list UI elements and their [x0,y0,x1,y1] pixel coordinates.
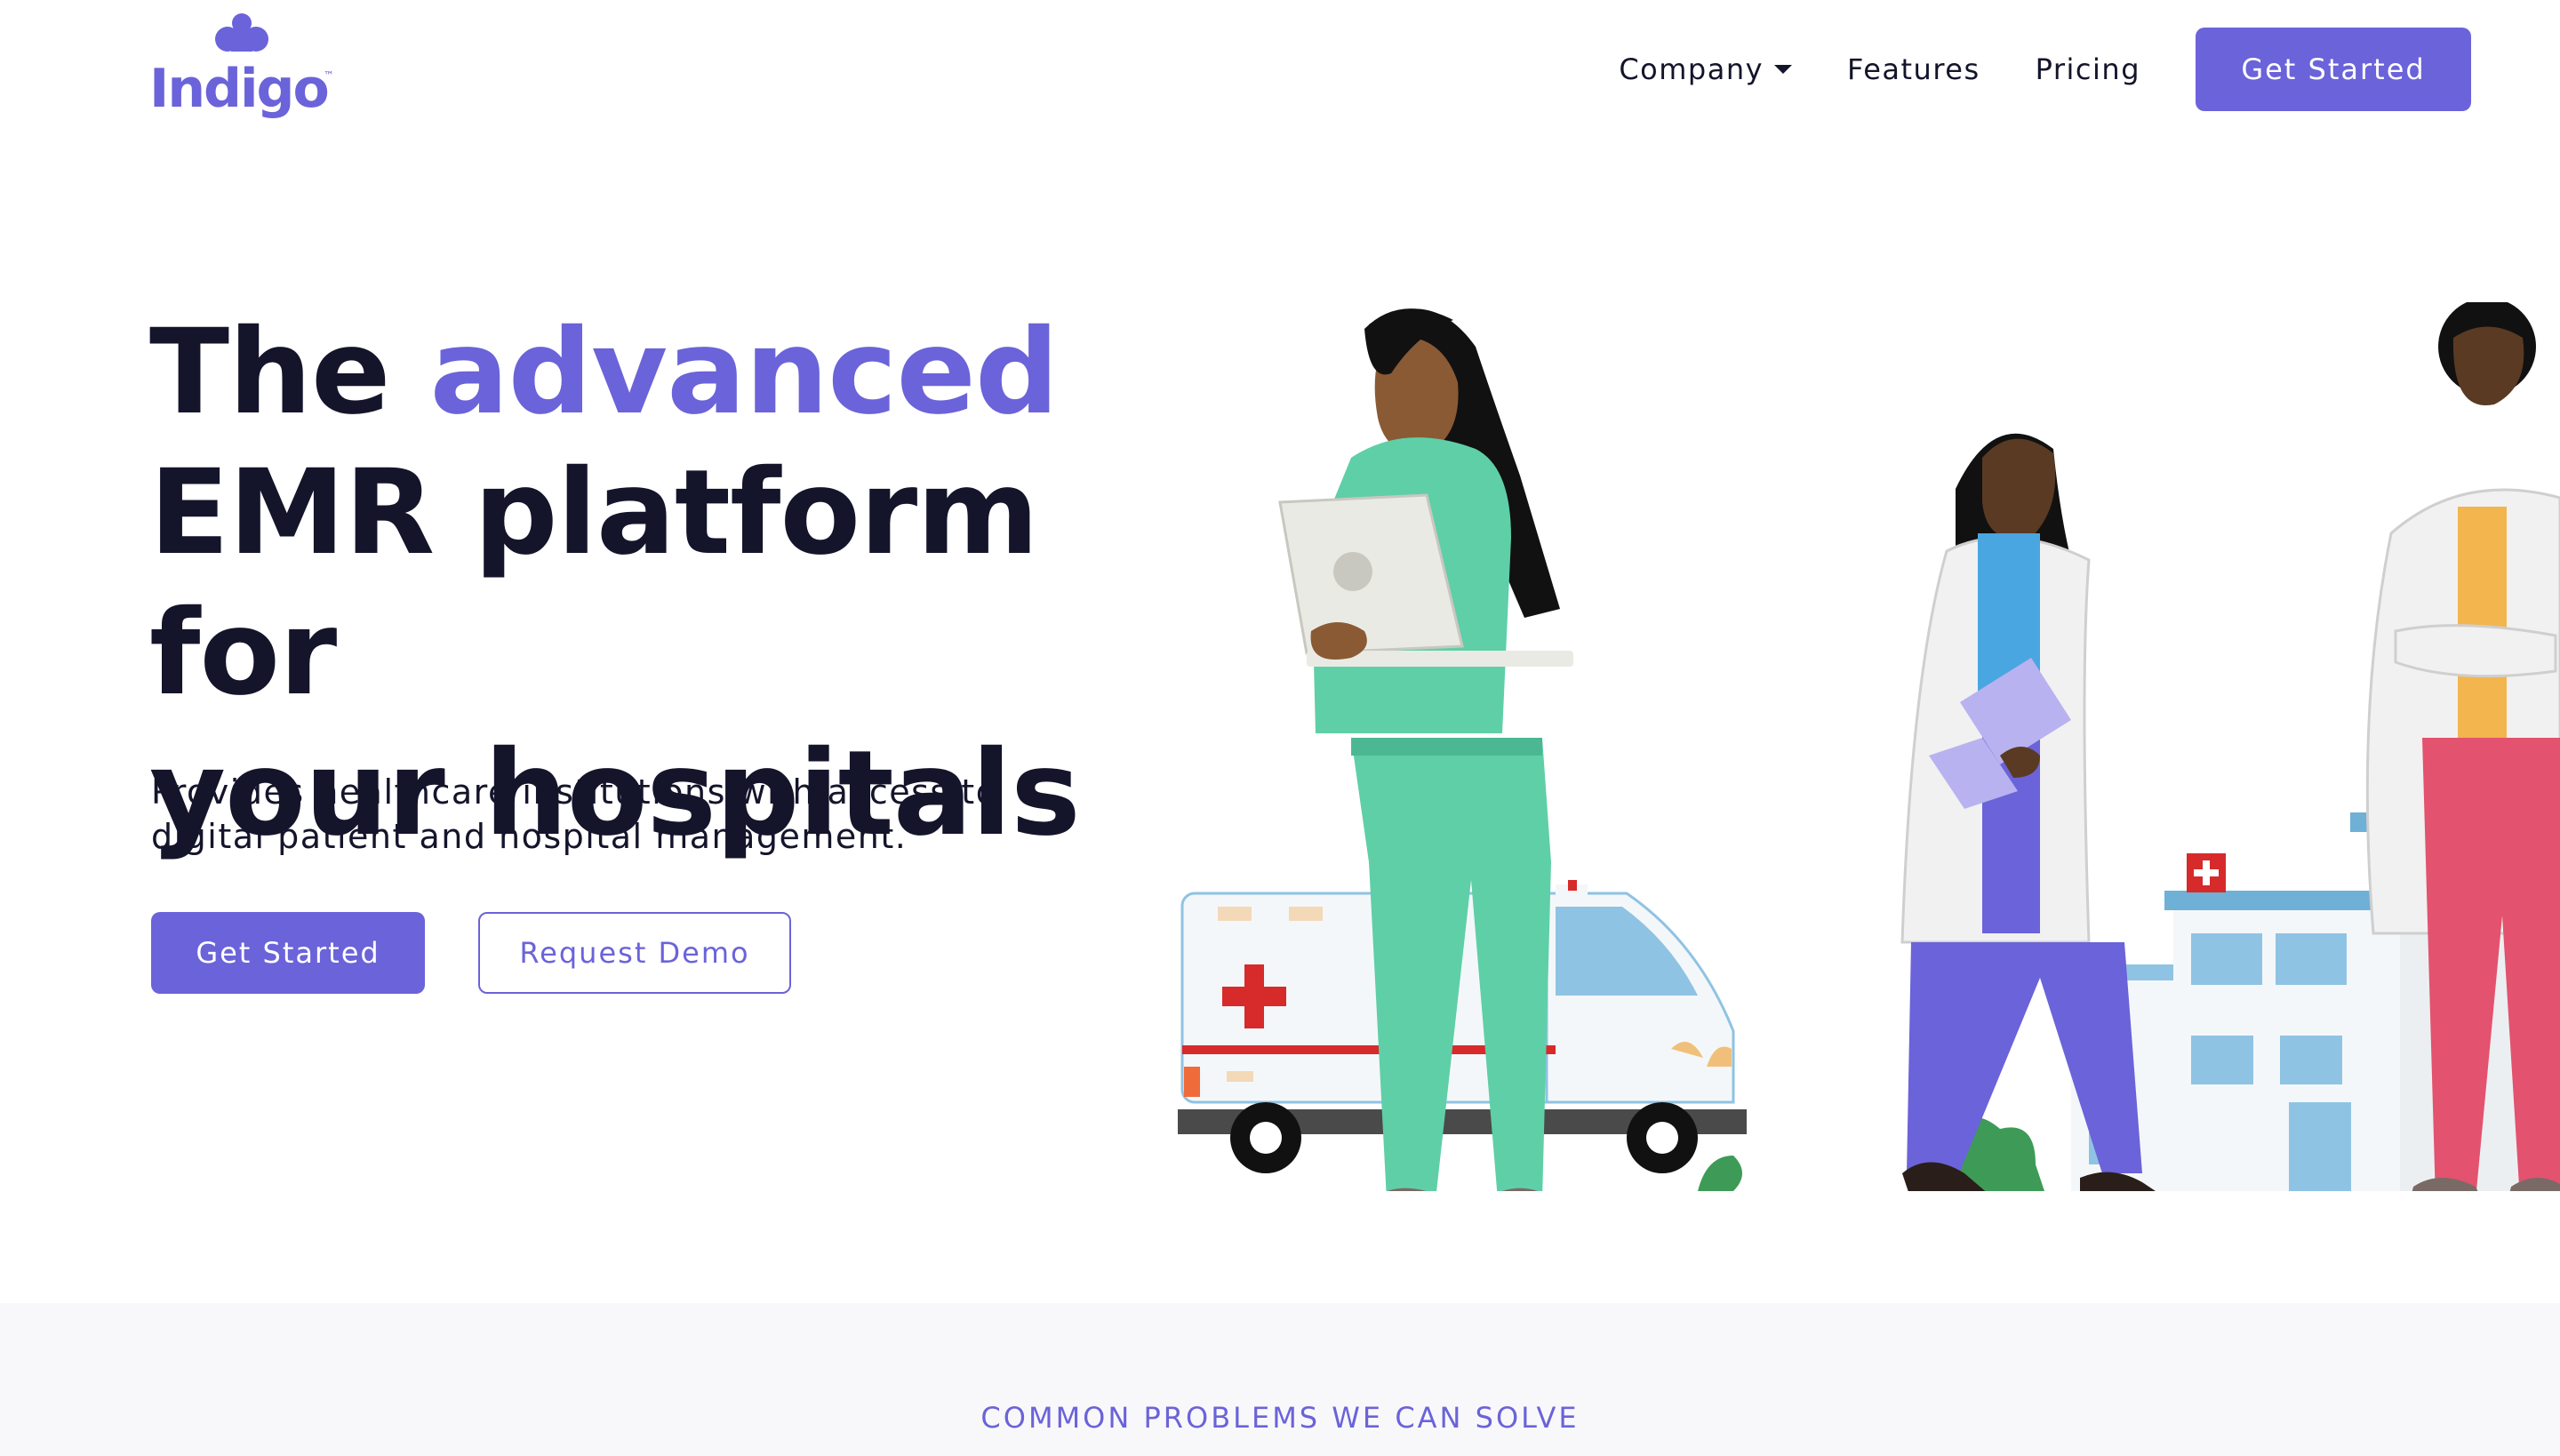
request-demo-button[interactable]: Request Demo [478,912,791,994]
nav-company-dropdown[interactable]: Company [1619,52,1793,86]
hero-illustration [1178,302,2560,1191]
hero-subtitle: Provides healthcare institutions with ac… [151,770,1164,859]
hero-get-started-button[interactable]: Get Started [151,912,425,994]
hero-title-part1: The [149,304,430,441]
indigo-logo[interactable]: Indigo ™ [149,12,336,128]
bush-illustration-small [1698,1156,1742,1191]
problems-section-label: COMMON PROBLEMS WE CAN SOLVE [980,1401,1580,1435]
hero-title-line2: EMR platform for [149,444,1039,722]
chevron-down-icon [1774,65,1793,74]
trademark-mark: ™ [324,69,334,82]
doctor-character-illustration [1900,433,2156,1191]
hero-subtitle-line2: digital patient and hospital management. [151,817,908,856]
hero-title-accent: advanced [429,304,1060,441]
main-nav: Company Features Pricing Get Started [1619,27,2471,112]
nav-features-link[interactable]: Features [1847,52,1980,86]
hero-subtitle-line1: Provides healthcare institutions with ac… [151,772,998,812]
indigo-logo-icon [215,13,268,52]
logo-wordmark: Indigo [149,58,330,120]
nav-company-label: Company [1619,52,1764,86]
nav-pricing-link[interactable]: Pricing [2036,52,2140,86]
nav-get-started-button[interactable]: Get Started [2196,28,2471,111]
